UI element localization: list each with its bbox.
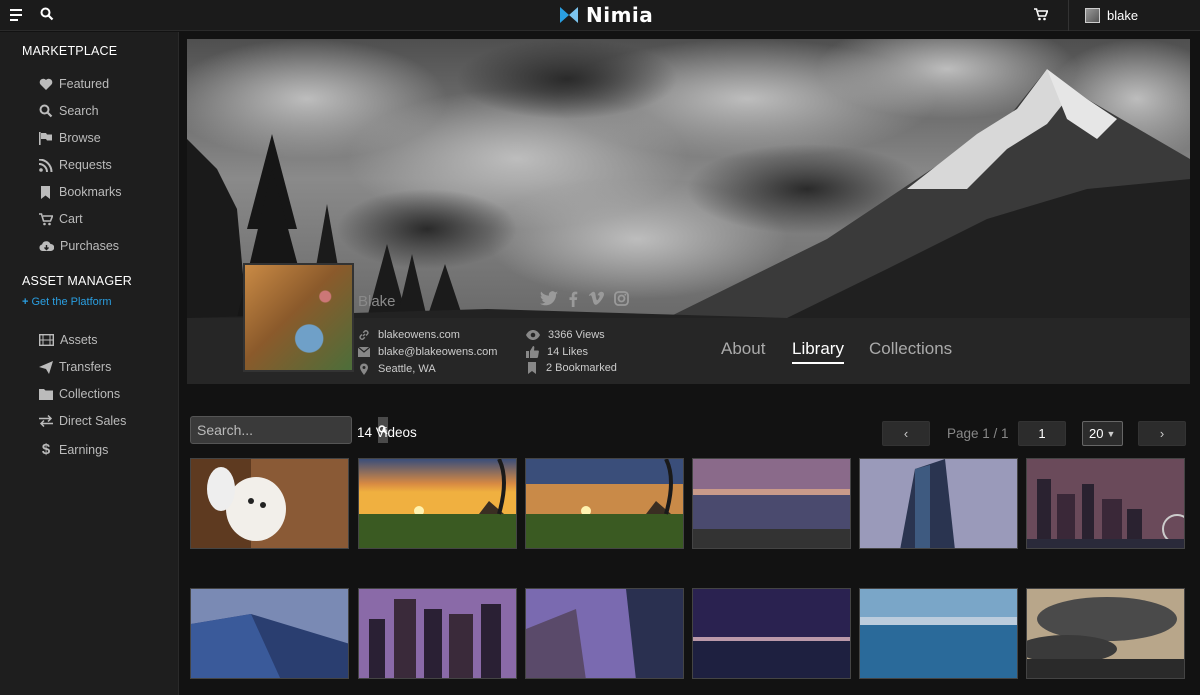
link-icon: [359, 330, 369, 340]
cart-icon: [39, 212, 53, 225]
top-bar: Nimia blake: [0, 0, 1200, 31]
sidebar-item-requests[interactable]: Requests: [39, 158, 112, 172]
profile-email[interactable]: blake@blakeowens.com: [358, 346, 497, 358]
envelope-icon: [358, 347, 370, 357]
map-marker-icon: [360, 363, 368, 375]
logo-icon: [560, 7, 578, 23]
video-thumbnail[interactable]: [692, 458, 851, 549]
profile-location: Seattle, WA: [358, 363, 436, 375]
bookmark-icon: [528, 362, 536, 374]
sidebar-item-label: Transfers: [59, 360, 112, 374]
sidebar-item-cart[interactable]: Cart: [39, 212, 83, 226]
cart-icon[interactable]: [1034, 8, 1049, 26]
page-info: Page 1 / 1: [947, 426, 1009, 441]
social-links: [540, 291, 629, 307]
video-thumbnail[interactable]: [358, 458, 517, 549]
sidebar-item-label: Direct Sales: [59, 414, 127, 428]
sidebar-item-search[interactable]: Search: [39, 104, 99, 118]
instagram-icon[interactable]: [614, 291, 629, 306]
library-search-input[interactable]: [191, 417, 378, 443]
plus-icon: +: [22, 296, 29, 308]
sidebar-item-label: Earnings: [59, 442, 109, 457]
library-search: [190, 416, 388, 444]
dollar-icon: $: [41, 441, 51, 458]
sidebar-item-assets[interactable]: Assets: [39, 333, 98, 347]
sidebar-item-label: Search: [59, 104, 99, 118]
page-number-input[interactable]: 1: [1018, 421, 1066, 446]
rss-icon: [39, 158, 53, 172]
sidebar-item-bookmarks[interactable]: Bookmarks: [39, 185, 122, 199]
username: blake: [1107, 8, 1139, 23]
sidebar-item-label: Browse: [59, 131, 101, 145]
profile-avatar: [243, 263, 354, 372]
sidebar-item-label: Featured: [59, 77, 110, 91]
send-icon: [39, 360, 53, 374]
active-tab-indicator: [792, 362, 844, 364]
flag-icon: [39, 131, 52, 145]
nimia-logo[interactable]: Nimia: [560, 3, 653, 27]
logo-text: Nimia: [586, 3, 654, 27]
video-thumbnail[interactable]: [190, 588, 349, 679]
video-count: 14 Videos: [357, 425, 417, 440]
next-page-button[interactable]: ›: [1138, 421, 1186, 446]
twitter-icon[interactable]: [540, 291, 558, 306]
thumbs-up-icon: [526, 346, 539, 358]
video-thumbnail[interactable]: [525, 458, 684, 549]
per-page-select[interactable]: 20 ▼: [1082, 421, 1123, 446]
sidebar-item-browse[interactable]: Browse: [39, 131, 101, 145]
sidebar-item-earnings[interactable]: $ Earnings: [39, 441, 109, 458]
sidebar-item-label: Cart: [59, 212, 83, 226]
sidebar-item-collections[interactable]: Collections: [39, 387, 120, 401]
video-thumbnail[interactable]: [692, 588, 851, 679]
caret-down-icon: ▼: [1106, 428, 1116, 439]
sidebar-item-purchases[interactable]: Purchases: [39, 239, 119, 253]
cloud-download-icon: [39, 240, 54, 251]
video-thumbnail[interactable]: [859, 588, 1018, 679]
sidebar-item-featured[interactable]: Featured: [39, 77, 109, 91]
exchange-icon: [39, 415, 53, 427]
video-thumbnail[interactable]: [525, 588, 684, 679]
sidebar-item-transfers[interactable]: Transfers: [39, 360, 111, 374]
bookmark-icon: [41, 185, 50, 199]
vimeo-icon[interactable]: [588, 291, 604, 306]
profile-website[interactable]: blakeowens.com: [358, 329, 460, 341]
user-menu[interactable]: blake: [1068, 0, 1138, 31]
heart-icon: [39, 78, 53, 90]
get-platform-link[interactable]: + Get the Platform: [22, 296, 112, 308]
sidebar-item-label: Bookmarks: [59, 185, 122, 199]
profile-views: 3366 Views: [526, 329, 605, 341]
video-thumbnail[interactable]: [1026, 458, 1185, 549]
video-thumbnail[interactable]: [358, 588, 517, 679]
film-icon: [39, 334, 54, 346]
tab-about[interactable]: About: [721, 339, 765, 359]
profile-name: Blake: [358, 293, 396, 310]
video-thumbnail[interactable]: [859, 458, 1018, 549]
profile-likes: 14 Likes: [526, 346, 588, 358]
search-icon[interactable]: [40, 7, 54, 26]
sidebar-item-direct-sales[interactable]: Direct Sales: [39, 414, 126, 428]
video-thumbnail[interactable]: [190, 458, 349, 549]
hamburger-menu-icon[interactable]: [10, 9, 22, 21]
video-thumbnail[interactable]: [1026, 588, 1185, 679]
tab-library[interactable]: Library: [792, 339, 844, 359]
folder-icon: [39, 389, 53, 400]
marketplace-title: MARKETPLACE: [22, 44, 118, 58]
profile-bookmarked: 2 Bookmarked: [526, 362, 617, 374]
asset-manager-title: ASSET MANAGER: [22, 274, 133, 288]
tab-collections[interactable]: Collections: [869, 339, 952, 359]
sidebar-item-label: Collections: [59, 387, 121, 401]
facebook-icon[interactable]: [568, 291, 578, 307]
avatar: [1085, 8, 1100, 23]
search-icon: [39, 104, 53, 118]
prev-page-button[interactable]: ‹: [882, 421, 930, 446]
sidebar-item-label: Purchases: [60, 239, 120, 253]
sidebar-item-label: Assets: [60, 333, 98, 347]
eye-icon: [526, 330, 540, 340]
sidebar-item-label: Requests: [59, 158, 112, 172]
